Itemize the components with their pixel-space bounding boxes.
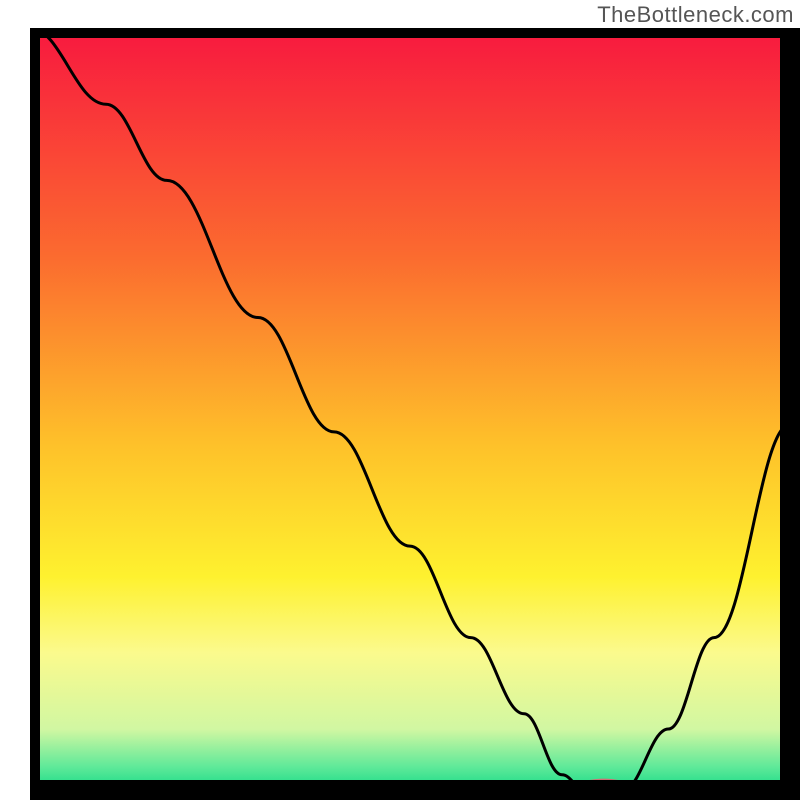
chart-canvas [0,0,800,800]
gradient-background [30,28,790,790]
watermark-label: TheBottleneck.com [597,2,794,28]
bottleneck-chart: TheBottleneck.com [0,0,800,800]
